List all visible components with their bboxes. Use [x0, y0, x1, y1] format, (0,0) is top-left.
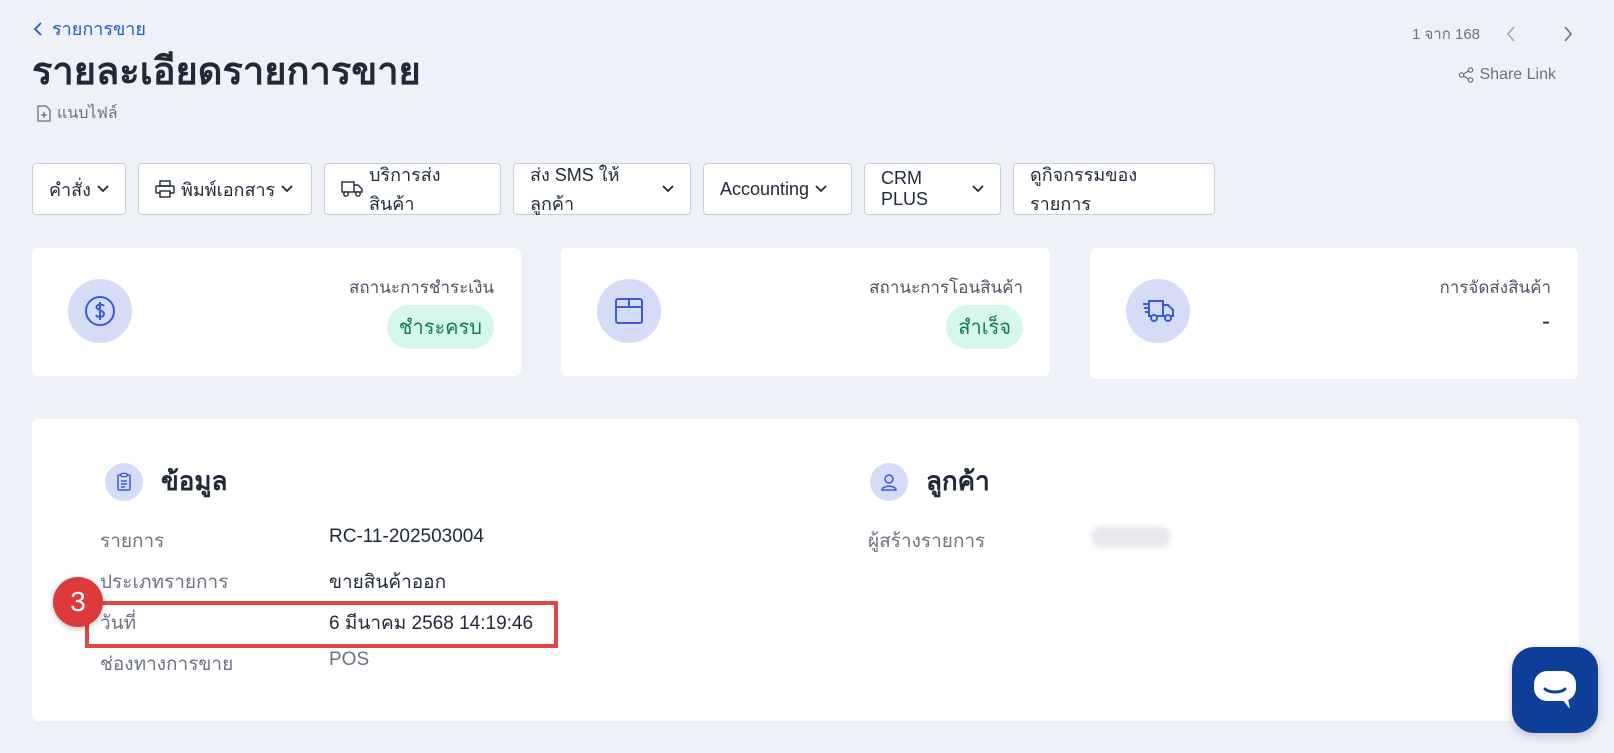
action-toolbar: คำสั่ง พิมพ์เอกสาร บริการส่งสินค้า ส่ง S… [32, 163, 1215, 215]
command-dropdown[interactable]: คำสั่ง [32, 163, 126, 215]
share-icon [1458, 67, 1473, 83]
step-number-badge: 3 [53, 577, 103, 627]
printer-icon [155, 180, 175, 198]
info-row: ประเภทรายการ ขายสินค้าออก [100, 567, 446, 597]
shipping-service-label: บริการส่งสินค้า [369, 165, 441, 214]
dollar-icon [68, 279, 132, 343]
info-row-value: RC-11-202503004 [329, 526, 484, 547]
pager: 1 จาก 168 [1412, 22, 1573, 46]
chevron-down-icon [97, 185, 109, 193]
transfer-status-label: สถานะการโอนสินค้า [869, 278, 1023, 297]
info-card: ข้อมูล รายการ RC-11-202503004 ประเภทรายก… [32, 419, 1579, 721]
print-documents-label: พิมพ์เอกสาร [181, 179, 276, 200]
send-sms-label: ส่ง SMS ให้ลูกค้า [530, 165, 620, 214]
attach-file-button[interactable]: แนบไฟล์ [37, 101, 118, 126]
info-row: ช่องทางการขาย POS [100, 649, 369, 679]
command-label: คำสั่ง [49, 179, 91, 200]
share-link-button[interactable]: Share Link [1458, 66, 1557, 84]
next-page-button[interactable] [1555, 23, 1581, 45]
chat-bubble-icon [1534, 671, 1576, 709]
info-section-header: ข้อมูล [105, 461, 227, 502]
accounting-dropdown[interactable]: Accounting [703, 163, 852, 215]
payment-status-badge: ชำระครบ [386, 305, 494, 349]
creator-value-redacted [1091, 526, 1171, 548]
print-documents-dropdown[interactable]: พิมพ์เอกสาร [138, 163, 312, 215]
pager-text: 1 จาก 168 [1412, 26, 1480, 43]
highlight-box [85, 601, 558, 648]
chevron-down-icon [972, 185, 984, 193]
creator-row: ผู้สร้างรายการ [868, 526, 1171, 556]
chevron-down-icon [662, 185, 674, 193]
truck-icon [341, 181, 363, 197]
payment-status-label: สถานะการชำระเงิน [348, 278, 494, 297]
info-row-key: รายการ [100, 531, 165, 552]
clipboard-icon [105, 462, 143, 501]
chevron-down-icon [815, 185, 827, 193]
customer-section-title: ลูกค้า [926, 466, 990, 496]
transfer-status-badge: สำเร็จ [946, 305, 1023, 349]
delivery-status-card: การจัดส่งสินค้า - [1090, 248, 1578, 379]
user-icon [870, 462, 908, 501]
accounting-label: Accounting [720, 178, 810, 199]
chevron-left-icon [33, 21, 42, 36]
info-row-value: POS [329, 649, 370, 670]
crm-plus-label: CRM PLUS [881, 168, 929, 209]
delivery-truck-icon [1126, 279, 1190, 343]
info-row-value: ขายสินค้าออก [329, 572, 447, 593]
creator-label: ผู้สร้างรายการ [868, 531, 986, 552]
prev-page-button[interactable] [1498, 23, 1524, 45]
chevron-down-icon [281, 185, 293, 193]
chevron-left-icon [1506, 26, 1515, 42]
delivery-status-label: การจัดส่งสินค้า [1439, 278, 1551, 297]
attach-file-label: แนบไฟล์ [57, 105, 118, 122]
send-sms-dropdown[interactable]: ส่ง SMS ให้ลูกค้า [513, 163, 691, 215]
info-section-title: ข้อมูล [161, 466, 228, 496]
view-activity-label: ดูกิจกรรมของรายการ [1030, 165, 1138, 214]
chat-button[interactable] [1512, 647, 1598, 733]
crm-plus-dropdown[interactable]: CRM PLUS [864, 163, 1001, 215]
info-row-key: ช่องทางการขาย [100, 654, 234, 675]
view-activity-button[interactable]: ดูกิจกรรมของรายการ [1013, 163, 1215, 215]
shipping-service-button[interactable]: บริการส่งสินค้า [324, 163, 501, 215]
transfer-status-card: สถานะการโอนสินค้า สำเร็จ [561, 248, 1050, 376]
info-row-key: ประเภทรายการ [100, 572, 229, 593]
back-link-label: รายการขาย [52, 19, 146, 39]
chevron-right-icon [1564, 26, 1573, 42]
file-plus-icon [37, 105, 51, 122]
back-link[interactable]: รายการขาย [32, 14, 146, 43]
box-icon [597, 279, 661, 343]
page-title: รายละเอียดรายการขาย [32, 51, 421, 93]
delivery-status-value: - [1542, 308, 1550, 335]
share-link-label: Share Link [1479, 66, 1557, 83]
customer-section-header: ลูกค้า [870, 461, 990, 502]
payment-status-card: สถานะการชำระเงิน ชำระครบ [32, 248, 521, 376]
info-row: รายการ RC-11-202503004 [100, 526, 484, 556]
